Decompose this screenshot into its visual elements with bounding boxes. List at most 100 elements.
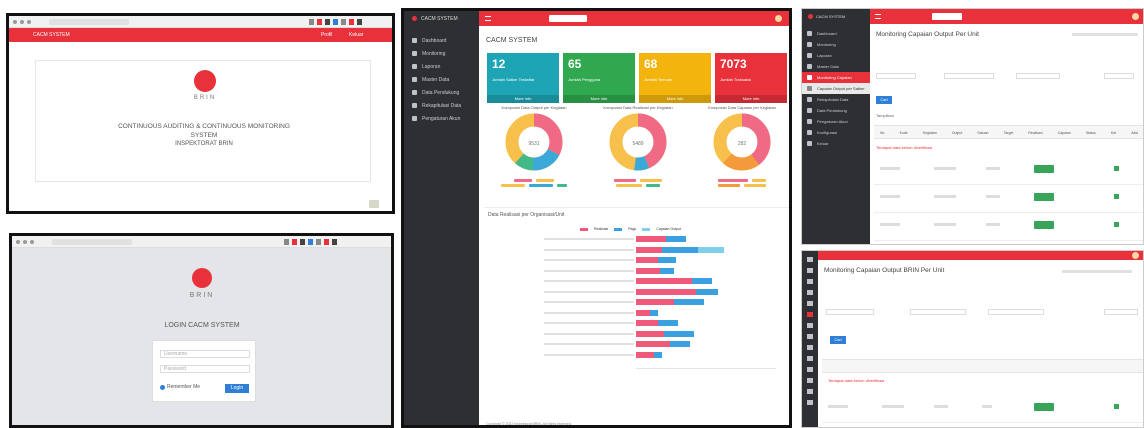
logout-icon (807, 141, 812, 146)
topbar-select[interactable] (549, 15, 587, 22)
sidebar-nav-icon[interactable] (807, 334, 813, 339)
filter-unit-select[interactable] (826, 309, 874, 315)
stat-card-temuan: 68 Jumlah Temuan More info (639, 53, 711, 103)
filter-tahun-select[interactable] (1104, 73, 1134, 79)
alert-text: Terdapat data belum diverifikasi (876, 145, 933, 150)
system-headline-2: SYSTEM (190, 132, 218, 139)
table-cell-placeholder (882, 405, 904, 408)
donut-legend (486, 184, 582, 187)
sidebar-item-laporan[interactable]: Laporan (404, 60, 479, 73)
status-badge[interactable] (1034, 403, 1054, 411)
dashboard-window: CACM SYSTEM Dashboard Monitoring Laporan… (401, 8, 792, 428)
filter-output-select[interactable] (1016, 73, 1060, 79)
sidebar-nav-icon[interactable] (807, 279, 813, 284)
stat-more-link[interactable]: More info (715, 95, 787, 103)
sidebar-item-capaian-output[interactable]: Capaian Output per Satker (802, 83, 870, 94)
header-link-logout[interactable]: Keluar (349, 32, 363, 38)
stat-label: Jumlah Satker Terdaftar (492, 77, 535, 82)
menu-toggle-icon[interactable] (485, 16, 491, 21)
stat-value: 65 (568, 57, 582, 71)
action-icon[interactable] (1114, 194, 1119, 199)
bar-segment (658, 257, 676, 263)
action-icon[interactable] (1114, 166, 1119, 171)
action-icon[interactable] (1114, 222, 1119, 227)
stat-more-link[interactable]: More info (487, 95, 559, 103)
sidebar-item-laporan[interactable]: Laporan (802, 50, 870, 61)
status-badge[interactable] (1034, 165, 1054, 173)
sidebar-item-dashboard[interactable]: Dashboard (802, 28, 870, 39)
table-row (822, 397, 1143, 423)
search-button[interactable]: Cari (876, 96, 892, 104)
filter-output-select[interactable] (988, 309, 1044, 315)
bar-row-label-line (544, 301, 634, 303)
table-row (874, 187, 1143, 213)
brin-brand-text: BRIN (193, 95, 217, 101)
sidebar-nav-icon[interactable] (807, 301, 813, 306)
browser-toolbar (9, 16, 392, 28)
monitoring-topbar (818, 251, 1143, 260)
status-badge[interactable] (1034, 193, 1054, 201)
user-avatar[interactable] (775, 15, 782, 22)
welcome-card: BRIN CONTINUOUS AUDITING & CONTINUOUS MO… (35, 60, 371, 182)
password-field[interactable]: Password (160, 365, 250, 373)
sidebar-item-data-pendukung[interactable]: Data Pendukung (404, 86, 479, 99)
bar-row (484, 278, 789, 284)
stat-value: 7073 (720, 57, 747, 71)
user-avatar[interactable] (1132, 252, 1139, 259)
sidebar-item-label: Keluar (817, 141, 829, 146)
sidebar-item-akun[interactable]: Pengaturan Akun (404, 112, 479, 125)
page-title: CACM SYSTEM (486, 37, 538, 44)
sidebar-item-master-data[interactable]: Master Data (802, 61, 870, 72)
sidebar-item-label: Rekapitulasi Data (817, 97, 849, 102)
folder-icon (412, 90, 417, 95)
sidebar-item-rekapitulasi[interactable]: Rekapitulasi Data (404, 99, 479, 112)
sidebar-item-monitoring[interactable]: Monitoring (404, 47, 479, 60)
breadcrumb (1072, 33, 1138, 36)
filter-kegiatan-select[interactable] (910, 309, 966, 315)
table-cell-placeholder (934, 223, 956, 226)
sidebar-nav-icon[interactable] (807, 378, 813, 383)
sidebar-nav-icon[interactable] (807, 257, 813, 262)
stat-more-link[interactable]: More info (639, 95, 711, 103)
sidebar-nav-icon[interactable] (807, 389, 813, 394)
sidebar-item-dashboard[interactable]: Dashboard (404, 34, 479, 47)
sidebar-nav-icon[interactable] (807, 356, 813, 361)
username-field[interactable]: Username (160, 350, 250, 358)
bar-segment (650, 309, 658, 316)
sidebar-nav-icon[interactable] (807, 323, 813, 328)
donut-chart-capaian: Komposisi Data Capaian per Kegiatan 282 (694, 105, 789, 205)
sidebar-item-rekapitulasi[interactable]: Rekapitulasi Data (802, 94, 870, 105)
column-header: Aksi (1131, 131, 1138, 135)
sidebar-item-monitoring[interactable]: Monitoring (802, 39, 870, 50)
login-button[interactable]: Login (225, 384, 249, 393)
column-header: Kegiatan (922, 131, 937, 135)
sidebar-item-konfigurasi[interactable]: Konfigurasi (802, 127, 870, 138)
stat-more-link[interactable]: More info (563, 95, 635, 103)
sidebar-item-master-data[interactable]: Master Data (404, 73, 479, 86)
topbar-select[interactable] (932, 13, 962, 20)
sidebar-nav-icon[interactable] (807, 312, 813, 317)
header-link-profile[interactable]: Profil (321, 32, 332, 38)
filter-kegiatan-select[interactable] (944, 73, 994, 79)
sidebar-item-keluar[interactable]: Keluar (802, 138, 870, 149)
user-avatar[interactable] (1132, 13, 1139, 20)
login-splash-window: CACM SYSTEM Profil Keluar BRIN CONTINUOU… (6, 13, 395, 214)
sidebar-nav-icon[interactable] (807, 345, 813, 350)
filter-tahun-select[interactable] (1104, 309, 1138, 315)
sidebar-item-monitoring-capaian[interactable]: Monitoring Capaian (802, 72, 870, 83)
sidebar-nav-icon[interactable] (807, 268, 813, 273)
login-card: Username Password Remember Me Login (152, 340, 256, 402)
action-icon[interactable] (1114, 404, 1119, 409)
status-badge[interactable] (1034, 221, 1054, 229)
bar-row (484, 288, 789, 295)
sidebar-nav-icon[interactable] (807, 290, 813, 295)
sidebar-item-label: Pengaturan Akun (422, 115, 461, 122)
menu-toggle-icon[interactable] (875, 14, 881, 19)
sidebar-nav-icon[interactable] (807, 400, 813, 405)
sidebar-item-data-pendukung[interactable]: Data Pendukung (802, 105, 870, 116)
sidebar-nav-icon[interactable] (807, 367, 813, 372)
filter-unit-select[interactable] (876, 73, 916, 79)
sidebar-item-akun[interactable]: Pengaturan Akun (802, 116, 870, 127)
search-button[interactable]: Cari (830, 336, 846, 344)
remember-checkbox[interactable] (160, 385, 165, 390)
